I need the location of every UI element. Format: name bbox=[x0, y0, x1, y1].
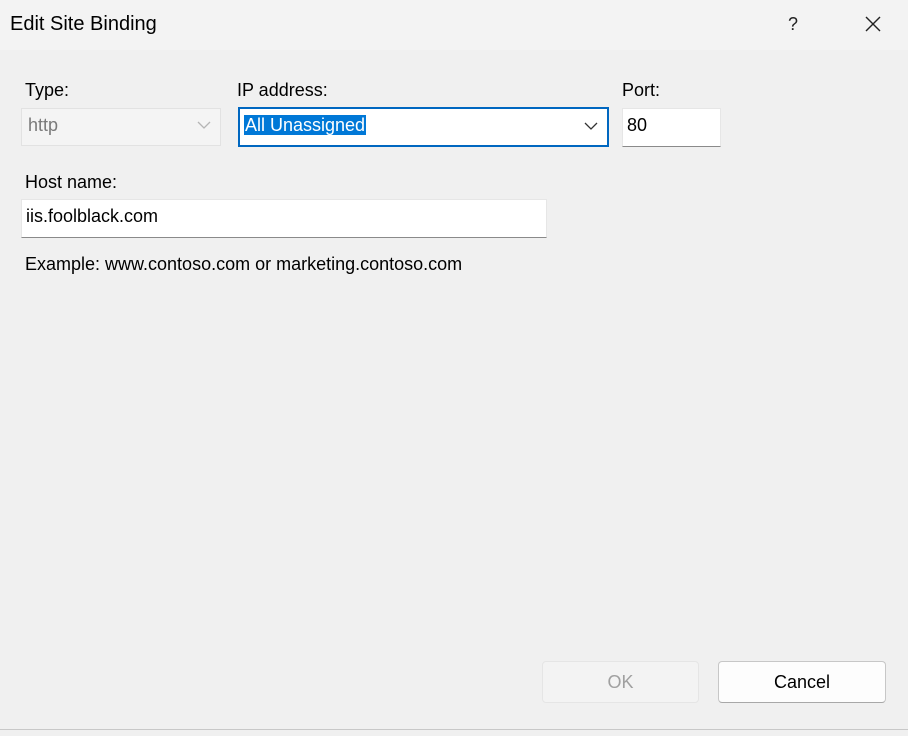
help-button[interactable]: ? bbox=[775, 6, 811, 42]
close-icon bbox=[865, 16, 881, 32]
window-title: Edit Site Binding bbox=[10, 13, 157, 35]
host-name-value: iis.foolblack.com bbox=[26, 206, 159, 226]
ip-address-label: IP address: bbox=[237, 80, 328, 100]
chevron-down-icon bbox=[197, 121, 211, 129]
ok-button[interactable]: OK bbox=[542, 661, 699, 703]
port-label: Port: bbox=[622, 80, 661, 100]
host-name-label: Host name: bbox=[25, 172, 118, 192]
bottom-divider bbox=[0, 729, 908, 730]
cancel-button[interactable]: Cancel bbox=[718, 661, 886, 703]
title-bar: Edit Site Binding ? bbox=[0, 0, 908, 50]
type-value: http bbox=[28, 115, 59, 135]
port-value: 80 bbox=[627, 115, 648, 135]
ip-address-selected-text: All Unassigned bbox=[244, 115, 367, 135]
host-name-example-text: Example: www.contoso.com or marketing.co… bbox=[25, 254, 463, 274]
host-name-input[interactable]: iis.foolblack.com bbox=[21, 199, 547, 238]
ip-address-dropdown[interactable]: All Unassigned bbox=[238, 107, 609, 147]
type-dropdown[interactable]: http bbox=[21, 108, 221, 146]
type-label: Type: bbox=[25, 80, 70, 100]
edit-site-binding-dialog: Edit Site Binding ? Type: http IP addres… bbox=[0, 0, 908, 736]
ip-address-value: All Unassigned bbox=[244, 115, 367, 136]
close-button[interactable] bbox=[853, 6, 893, 42]
chevron-down-icon bbox=[584, 122, 598, 130]
port-input[interactable]: 80 bbox=[622, 108, 721, 147]
